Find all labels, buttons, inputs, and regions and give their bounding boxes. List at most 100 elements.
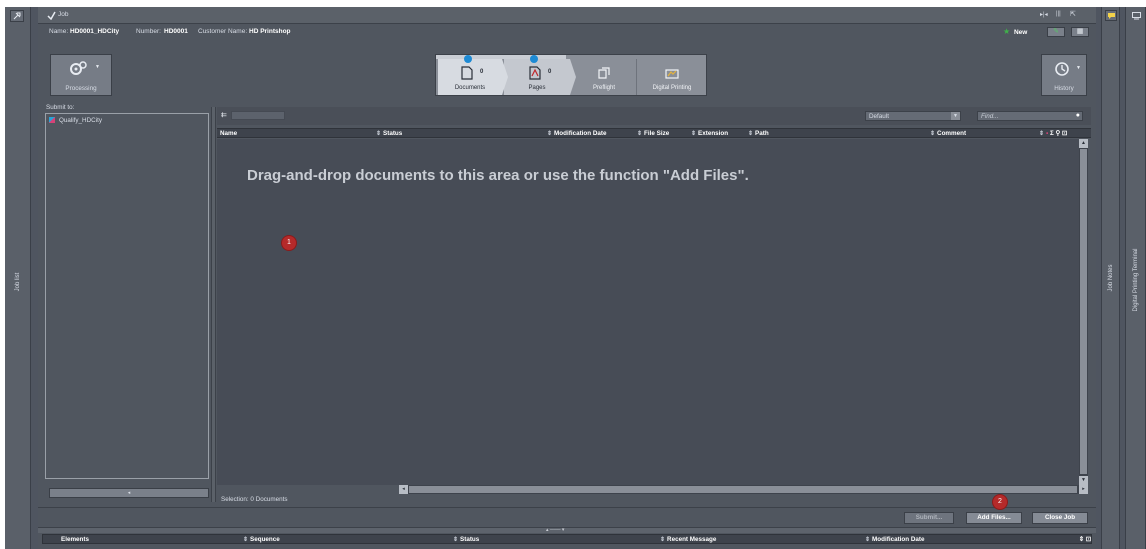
workflow-bar: 0 Documents 0 Pages Preflight Digital Pr… [435,54,707,96]
toolbar: ▼ Processing 0 Documents 0 Pages Preflig… [38,40,1096,102]
sort-icon: ⇕ [453,537,459,543]
quick-filter-field[interactable] [231,111,285,120]
bottom-splitter[interactable]: ▴ ─── ▾ [38,527,1096,533]
submit-target-item[interactable]: Qualify_HDCity [49,117,102,126]
column-header-recent-message[interactable]: ⇕ Recent Message [660,535,863,544]
sort-icon: ⇕ [376,131,382,137]
column-options-icon[interactable]: ⇕ ⊡ [1069,535,1091,544]
collapse-arrow-icon[interactable]: ▴ ─── ▾ [546,527,564,533]
new-label: New [1013,29,1028,36]
horizontal-scroll-thumb[interactable] [409,486,1077,493]
panel-splitter[interactable] [211,107,216,502]
job-notes-label[interactable]: Job Notes [1108,256,1114,300]
edit-job-icon[interactable]: ✎ [1047,27,1065,37]
job-list-label[interactable]: Job list [15,262,21,302]
column-header-path[interactable]: ⇕ Path [748,129,923,138]
job-icon [46,10,56,20]
columns-icon[interactable]: ||| [1056,11,1061,17]
sort-icon: ⇕ [1039,131,1045,137]
submit-button[interactable]: Submit... [904,512,954,524]
horizontal-scrollbar[interactable]: ◂ ▸ [399,485,1088,494]
add-files-button[interactable]: Add Files... [966,512,1022,524]
column-header-status[interactable]: ⇕ Status [376,129,546,138]
dropdown-arrow-icon: ▼ [95,64,100,70]
job-list-bar[interactable]: Job list [5,7,31,549]
submit-panel: Submit to: Qualify_HDCity ◂ [43,102,211,502]
filter-icon[interactable]: ⇇ [221,111,227,119]
close-job-button[interactable]: Close Job [1032,512,1088,524]
sort-icon: ⇕ [243,537,249,543]
elements-table-header: Elements ⇕ Sequence ⇕ Status ⇕ Recent Messa… [42,534,1092,544]
collapse-panel-button[interactable]: ◂ [49,488,209,498]
column-header-sequence[interactable]: ⇕ Sequence [243,535,453,544]
find-field[interactable]: Find... ● [977,111,1083,121]
column-tools[interactable]: ⇕ ▪ Σ ⚲ ⊡ [1039,129,1089,138]
pin-icon[interactable] [10,10,24,22]
table-view-icon[interactable]: ▦ [1071,27,1089,37]
sort-icon: ⇕ [547,131,553,137]
window-controls: ▸|◂ ||| ⇱ [1040,11,1090,20]
job-notes-bar[interactable]: Job Notes [1101,7,1120,549]
column-header-name[interactable]: Name [220,129,376,138]
color-swatch-icon: ▪ [1046,130,1049,137]
workflow-icon [49,117,55,124]
column-header-job-modification-date[interactable]: ⇕ Modification Date [865,535,1065,544]
detach-icon[interactable]: ⇱ [1070,10,1076,18]
customer-label: Customer Name: [198,28,248,35]
documents-table-header: Name ⇕ Status ⇕ Modification Date ⇕ File Si… [217,128,1091,138]
workflow-step-pages[interactable]: 0 Pages [504,55,570,95]
customer-value: HD Printshop [249,28,291,35]
info-badge-icon [464,55,472,63]
select-arrow-icon: ▼ [951,112,960,120]
processing-label: Processing [65,85,97,92]
sort-icon: ⇕ [930,131,936,137]
column-header-job-status[interactable]: ⇕ Status [453,535,658,544]
processing-icon [67,59,91,79]
info-badge-icon [530,55,538,63]
name-value: HD0001_HDCity [70,28,120,35]
pdf-page-icon [528,65,542,81]
sort-icon: ⇕ [637,131,643,137]
find-placeholder: Find... [981,113,999,120]
drop-hint-text: Drag-and-drop documents to this area or … [247,167,749,184]
workflow-step-preflight[interactable]: Preflight [572,59,636,95]
view-select[interactable]: Default ▼ [865,111,961,121]
name-label: Name: [49,28,69,35]
column-header-elements[interactable]: Elements [61,535,251,544]
history-button[interactable]: ▼ History [1041,54,1087,96]
split-icon[interactable]: ▸|◂ [1040,11,1048,18]
new-job-button[interactable]: ★ New [1003,24,1027,40]
scroll-up-icon[interactable]: ▲ [1079,139,1088,148]
scroll-down-icon[interactable]: ▼ [1079,476,1088,485]
digital-printing-terminal-bar[interactable]: Digital Printing Terminal [1125,7,1146,549]
number-value: HD0001 [164,28,188,35]
digital-printing-icon [664,65,680,81]
terminal-label[interactable]: Digital Printing Terminal [1133,242,1139,318]
documents-pane: ⇇ Default ▼ Find... ● Name ⇕ Status ⇕ Modi… [217,107,1091,507]
window-title: Job [58,11,69,18]
vertical-scroll-thumb[interactable] [1080,149,1087,474]
sort-icon: ⇕ [660,537,666,543]
pages-step-label: Pages [528,85,546,91]
number-label: Number: [136,28,161,35]
sort-icon: ⇕ [748,131,754,137]
documents-drop-area[interactable]: Drag-and-drop documents to this area or … [217,139,1079,485]
preflight-step-label: Preflight [592,85,615,91]
terminal-icon[interactable] [1130,10,1142,21]
column-header-file-size[interactable]: ⇕ File Size [637,129,693,138]
scroll-left-icon[interactable]: ◂ [399,485,408,494]
star-icon: ★ [1003,27,1011,36]
title-bar: Job ▸|◂ ||| ⇱ [38,7,1096,24]
workflow-step-digital-printing[interactable]: Digital Printing [638,59,706,95]
column-header-comment[interactable]: ⇕ Comment [930,129,1040,138]
scroll-right-icon[interactable]: ▸ [1079,485,1088,494]
search-icon[interactable]: ● [1076,112,1080,119]
column-header-modification-date[interactable]: ⇕ Modification Date [547,129,629,138]
vertical-scrollbar[interactable]: ▲ ▼ [1079,139,1088,485]
sort-icon: ⇕ [691,131,697,137]
notes-icon[interactable] [1105,10,1117,21]
processing-button[interactable]: ▼ Processing [50,54,112,96]
preflight-icon [596,65,612,81]
job-window: Job ▸|◂ ||| ⇱ Name: HD0001_HDCity Number… [38,7,1096,549]
workflow-step-documents[interactable]: 0 Documents [438,55,502,95]
